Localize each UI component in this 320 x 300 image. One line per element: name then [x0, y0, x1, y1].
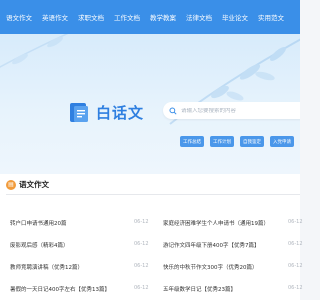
content-section: ▤ 语文作文 转户口申请书通用20篇 06-12 家庭经济困难学生个人申请书（通…: [0, 174, 303, 300]
book-logo-icon: [70, 103, 88, 122]
article-date: 06-12: [288, 241, 303, 247]
quick-links: 工作总结 工作计划 自我鉴定 入党申请: [180, 136, 300, 147]
article-link[interactable]: 快乐的中秋节作文300字（优秀20篇）: [163, 263, 258, 271]
list-row: 转户口申请书通用20篇 06-12 家庭经济困难学生个人申请书（通用19篇） 0…: [0, 219, 303, 231]
article-link[interactable]: 教师竞聘演讲稿（优秀12篇）: [10, 263, 83, 271]
article-date: 06-12: [134, 263, 149, 269]
list-row: 废影观后感（精彩4篇） 06-12 游记作文四年级下册400字【优秀7篇】 06…: [0, 241, 303, 253]
article-link[interactable]: 暑假的一天日记400字左右【优秀13篇】: [10, 285, 110, 293]
article-link[interactable]: 五年级数学日记【优秀23篇】: [163, 285, 236, 293]
chip-party-application[interactable]: 入党申请: [270, 136, 294, 147]
article-link[interactable]: 废影观后感（精彩4篇）: [10, 241, 69, 249]
section-header: ▤ 语文作文: [6, 179, 49, 190]
article-link[interactable]: 家庭经济困难学生个人申请书（通用19篇）: [163, 219, 269, 227]
logo-text: 白话文: [96, 103, 145, 122]
nav-item-job-docs[interactable]: 求职文档: [78, 12, 104, 22]
chip-self-assessment[interactable]: 自我鉴定: [240, 136, 264, 147]
article-date: 06-12: [288, 263, 303, 269]
nav-item-english-essay[interactable]: 英语作文: [42, 12, 68, 22]
article-date: 06-12: [288, 219, 303, 225]
chip-work-summary[interactable]: 工作总结: [180, 136, 204, 147]
article-date: 06-12: [288, 285, 303, 291]
search-input[interactable]: [181, 107, 300, 114]
article-date: 06-12: [134, 219, 149, 225]
section-title: 语文作文: [19, 180, 49, 189]
nav-item-work-docs[interactable]: 工作文档: [114, 12, 140, 22]
search-bar: [163, 102, 300, 119]
list-row: 教师竞聘演讲稿（优秀12篇） 06-12 快乐的中秋节作文300字（优秀20篇）…: [0, 263, 303, 275]
top-nav: 语文作文 英语作文 求职文档 工作文档 教学教案 法律文档 毕业论文 实用范文: [0, 0, 300, 34]
article-link[interactable]: 游记作文四年级下册400字【优秀7篇】: [163, 241, 260, 249]
section-divider: [6, 194, 300, 195]
nav-item-chinese-essay[interactable]: 语文作文: [6, 12, 32, 22]
nav-item-lesson-plans[interactable]: 教学教案: [150, 12, 176, 22]
document-icon: ▤: [6, 179, 16, 190]
decorative-branch-icon: [169, 38, 300, 125]
article-link[interactable]: 转户口申请书通用20篇: [10, 219, 67, 227]
nav-item-practical-templates[interactable]: 实用范文: [258, 12, 284, 22]
article-date: 06-12: [134, 285, 149, 291]
site-logo[interactable]: 白话文: [68, 100, 144, 124]
search-icon[interactable]: [169, 106, 177, 115]
list-row: 暑假的一天日记400字左右【优秀13篇】 06-12 五年级数学日记【优秀23篇…: [0, 285, 303, 297]
chip-work-plan[interactable]: 工作计划: [210, 136, 234, 147]
hero-banner: 白话文 工作总结 工作计划 自我鉴定 入党申请: [0, 34, 300, 174]
article-date: 06-12: [134, 241, 149, 247]
nav-item-legal-docs[interactable]: 法律文档: [186, 12, 212, 22]
nav-item-thesis[interactable]: 毕业论文: [222, 12, 248, 22]
decorative-leaf-icon: [0, 34, 69, 68]
